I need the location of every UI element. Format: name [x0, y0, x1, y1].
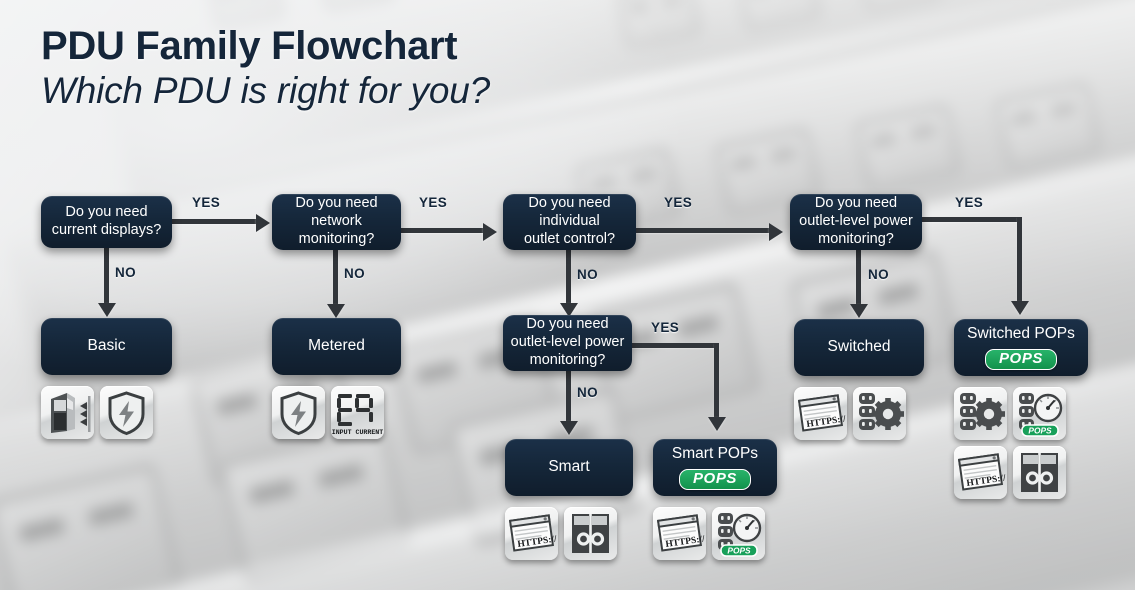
- input-current-text: INPUT CURRENT: [332, 429, 383, 436]
- https-browser-icon: HTTPS://: [954, 446, 1007, 499]
- decision-current-displays[interactable]: Do you need current displays?: [41, 196, 172, 248]
- edge-d4-switchedpops-h: [922, 217, 1022, 222]
- pops-badge: POPS: [984, 348, 1058, 371]
- outlet-gear-icon: [853, 387, 906, 440]
- edge-label-no-d4: NO: [868, 267, 890, 282]
- edge-d5-smart: [566, 371, 571, 423]
- outcome-label: Switched POPs: [967, 324, 1075, 342]
- network-cabinet-icon: [1013, 446, 1066, 499]
- outcome-switched[interactable]: Switched: [794, 319, 924, 376]
- arrow-d5-smartpops: [708, 417, 726, 431]
- outcome-label: Smart: [548, 458, 590, 476]
- arrow-d1-d2: [256, 214, 270, 232]
- edge-d2-metered: [333, 250, 338, 306]
- arrow-d1-basic: [98, 303, 116, 317]
- outcome-label: Basic: [87, 337, 126, 355]
- shield-bolt-icon: [272, 386, 325, 439]
- edge-label-no-d5: NO: [577, 385, 599, 400]
- decision-label: Do you need outlet-level power monitorin…: [799, 195, 913, 247]
- decision-label: Do you need network monitoring?: [295, 195, 378, 247]
- edge-d2-d3: [401, 228, 483, 233]
- outcome-basic[interactable]: Basic: [41, 318, 172, 375]
- edge-d1-basic: [104, 248, 109, 305]
- network-cabinet-icon: [564, 507, 617, 560]
- arrow-d3-d4: [769, 223, 783, 241]
- flowchart-canvas: PDU Family Flowchart Which PDU is right …: [0, 0, 1135, 590]
- pops-text: POPS: [1028, 425, 1052, 435]
- edge-label-yes-d3: YES: [664, 195, 693, 210]
- edge-label-yes-d1: YES: [192, 195, 221, 210]
- edge-d4-switched: [856, 250, 861, 306]
- shield-bolt-icon: [100, 386, 153, 439]
- outcome-label: Switched: [827, 338, 891, 356]
- icon-group-switched: HTTPS://: [794, 387, 910, 440]
- outlet-gauge-pops-icon: POPS: [712, 507, 765, 560]
- outcome-switched-pops[interactable]: Switched POPs POPS: [954, 319, 1088, 376]
- icon-group-smart-pops: HTTPS:// POPS: [653, 507, 769, 560]
- https-browser-icon: HTTPS://: [794, 387, 847, 440]
- https-browser-icon: HTTPS://: [653, 507, 706, 560]
- decision-label: Do you need outlet-level power monitorin…: [510, 316, 625, 368]
- decision-outlet-level-power-monitoring-top[interactable]: Do you need outlet-level power monitorin…: [790, 194, 922, 250]
- decision-outlet-level-power-monitoring-mid[interactable]: Do you need outlet-level power monitorin…: [503, 315, 632, 371]
- header: PDU Family Flowchart Which PDU is right …: [41, 25, 490, 111]
- input-current-display-icon: INPUT CURRENT: [331, 386, 384, 439]
- edge-d3-d5: [566, 250, 571, 305]
- outcome-label: Metered: [308, 337, 365, 355]
- decision-individual-outlet-control[interactable]: Do you need individual outlet control?: [503, 194, 636, 250]
- decision-label: Do you need current displays?: [51, 204, 162, 238]
- outcome-smart-pops[interactable]: Smart POPs POPS: [653, 439, 777, 496]
- outcome-smart[interactable]: Smart: [505, 439, 633, 496]
- icon-group-switched-pops: POPS HTTPS://: [954, 387, 1070, 499]
- icon-group-smart: HTTPS://: [505, 507, 621, 560]
- edge-label-yes-d2: YES: [419, 195, 448, 210]
- arrow-d4-switchedpops: [1011, 301, 1029, 315]
- rack-icon: [41, 386, 94, 439]
- edge-label-no-d1: NO: [115, 265, 137, 280]
- page-title: PDU Family Flowchart: [41, 24, 458, 68]
- outcome-label: Smart POPs: [671, 444, 759, 462]
- pops-text: POPS: [727, 545, 751, 555]
- edge-d1-d2: [172, 219, 256, 224]
- icon-group-basic: [41, 386, 157, 439]
- edge-label-yes-d4: YES: [955, 195, 984, 210]
- edge-d4-switchedpops-v: [1017, 217, 1022, 303]
- arrow-d5-smart: [560, 421, 578, 435]
- edge-d3-d4: [636, 228, 769, 233]
- page-subtitle: Which PDU is right for you?: [41, 70, 491, 111]
- outlet-gear-icon: [954, 387, 1007, 440]
- edge-label-yes-d5: YES: [651, 320, 680, 335]
- pops-badge: POPS: [678, 468, 752, 491]
- arrow-d2-metered: [327, 304, 345, 318]
- arrow-d2-d3: [483, 223, 497, 241]
- https-browser-icon: HTTPS://: [505, 507, 558, 560]
- arrow-d4-switched: [850, 304, 868, 318]
- outlet-gauge-pops-icon: POPS: [1013, 387, 1066, 440]
- edge-label-no-d2: NO: [344, 266, 366, 281]
- edge-d5-smartpops-h: [632, 343, 719, 348]
- outcome-metered[interactable]: Metered: [272, 318, 401, 375]
- decision-label: Do you need individual outlet control?: [523, 195, 616, 247]
- edge-d5-smartpops-v: [714, 343, 719, 419]
- icon-group-metered: INPUT CURRENT: [272, 386, 388, 439]
- edge-label-no-d3: NO: [577, 267, 599, 282]
- decision-network-monitoring[interactable]: Do you need network monitoring?: [272, 194, 401, 250]
